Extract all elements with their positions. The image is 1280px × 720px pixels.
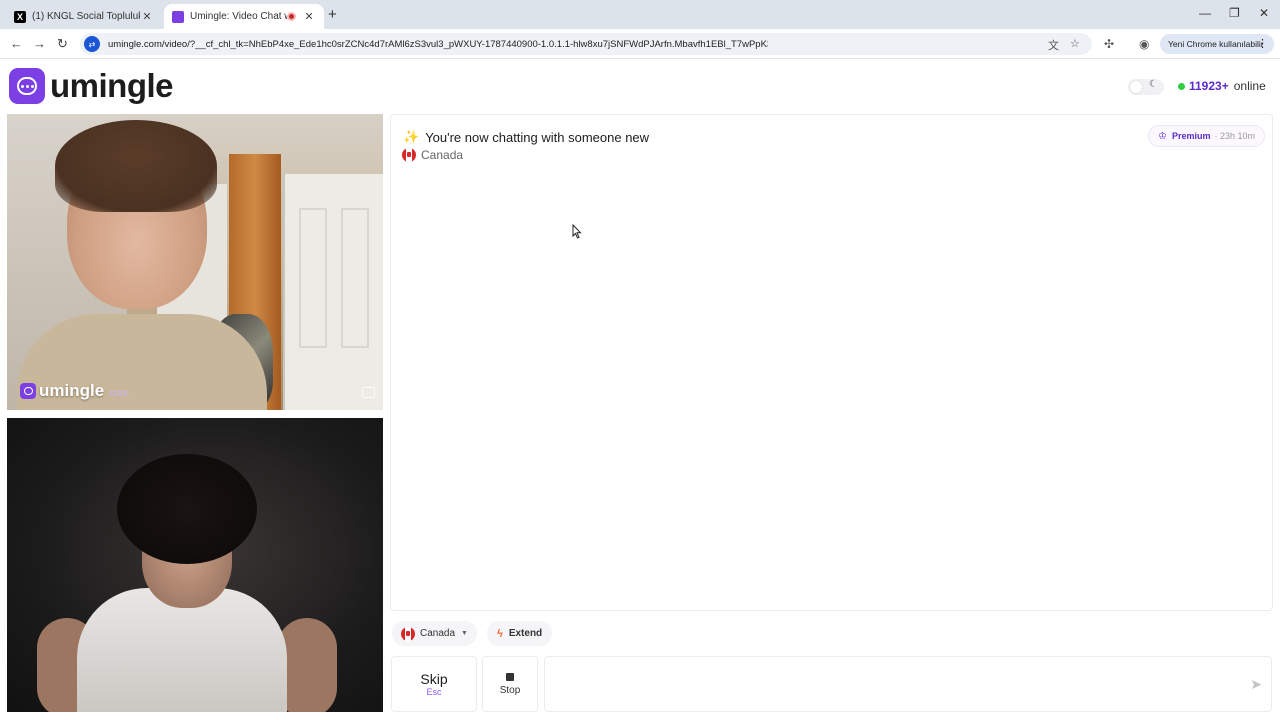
chrome-update-pill[interactable]: Yeni Chrome kullanılabilir ⋮ [1160,34,1274,54]
browser-tab-x[interactable]: X (1) KNGL Social Topluluk / X ✕ [6,4,162,29]
sun-icon [1130,81,1142,93]
new-tab-plus-icon[interactable]: + [328,6,337,23]
chat-status: ✨ You're now chatting with someone new [403,129,649,145]
stop-button[interactable]: Stop [482,656,538,712]
extend-button[interactable]: ϟ Extend [487,621,553,646]
forward-arrow-icon[interactable]: → [33,36,46,51]
premium-label: Premium [1171,131,1211,141]
close-tab-icon[interactable]: ✕ [140,10,154,23]
skip-label: Skip [420,671,448,687]
crown-icon: ♔ [1157,130,1167,142]
partner-country-text: Canada [421,148,464,162]
profile-icon[interactable]: ◉ [1139,37,1149,51]
translate-icon[interactable]: 文 [1048,37,1059,53]
online-counter: 11923+ online [1178,79,1266,93]
stop-square-icon [506,672,514,681]
skip-button[interactable]: Skip Esc [391,656,477,712]
umingle-icon [172,10,184,23]
tab-title: (1) KNGL Social Topluluk / X [32,11,140,22]
browser-tab-umingle[interactable]: Umingle: Video Chat with S ✕ [164,4,324,29]
watermark-domain: .com [107,387,129,399]
moon-icon: ☾ [1149,79,1158,90]
recording-indicator-icon [287,12,296,21]
partner-country: Canada [402,148,463,162]
chat-status-text: You're now chatting with someone new [425,129,650,145]
reload-icon[interactable]: ↻ [57,36,68,52]
url-text[interactable]: umingle.com/video/?__cf_chl_tk=NhEbP4xe_… [108,39,768,50]
canada-flag-icon [401,626,415,641]
bookmark-star-icon[interactable]: ☆ [1070,37,1080,50]
umingle-watermark-icon [20,383,36,399]
skip-shortcut-hint: Esc [426,687,442,697]
theme-toggle[interactable]: ☾ [1128,79,1164,95]
sparkle-icon: ✨ [403,129,420,144]
close-tab-icon[interactable]: ✕ [302,10,316,23]
chat-panel: ✨ You're now chatting with someone new C… [390,114,1273,611]
premium-timer: · 23h 10m [1214,131,1255,141]
self-video [7,418,383,712]
logo-text: umingle [50,67,174,104]
restore-window-icon[interactable]: ❐ [1229,6,1240,20]
chrome-update-label: Yeni Chrome kullanılabilir [1168,39,1264,49]
video-watermark: umingle .com [20,381,129,401]
site-info-icon[interactable]: ⇄ [84,36,100,52]
x-logo-icon: X [14,10,26,23]
address-bar[interactable]: ⇄ umingle.com/video/?__cf_chl_tk=NhEbP4x… [80,33,1092,55]
online-label: online [1233,79,1266,93]
send-arrow-icon[interactable]: ➤ [1250,676,1262,693]
canada-flag-icon [402,148,416,162]
country-filter-label: Canada [420,628,456,639]
browser-toolbar: ← → ↻ ⇄ umingle.com/video/?__cf_chl_tk=N… [0,29,1280,59]
extend-label: Extend [508,628,543,639]
online-dot-icon [1178,82,1185,90]
watermark-text: umingle [39,381,105,400]
umingle-logo[interactable]: umingle [9,67,174,105]
stranger-video: umingle .com [7,114,383,410]
country-filter-dropdown[interactable]: Canada ▼ [392,621,477,646]
extensions-puzzle-icon[interactable]: ✣ [1104,37,1114,51]
minimize-window-icon[interactable]: — [1199,6,1211,20]
chat-bubble-logo-icon [9,68,45,104]
online-count: 11923+ [1189,79,1229,93]
message-input[interactable] [555,673,1235,695]
report-flag-icon[interactable] [362,387,375,398]
more-menu-icon[interactable]: ⋮ [1257,37,1268,50]
browser-tab-strip: X (1) KNGL Social Topluluk / X ✕ Umingle… [0,0,1280,29]
tab-title: Umingle: Video Chat with S [190,11,287,22]
lightning-icon: ϟ [497,627,503,640]
caret-down-icon: ▼ [461,630,468,637]
back-arrow-icon[interactable]: ← [10,36,23,51]
close-window-icon[interactable]: ✕ [1259,6,1269,20]
message-box: ➤ [544,656,1272,712]
stop-label: Stop [499,684,521,696]
premium-button[interactable]: ♔ Premium · 23h 10m [1147,125,1265,147]
